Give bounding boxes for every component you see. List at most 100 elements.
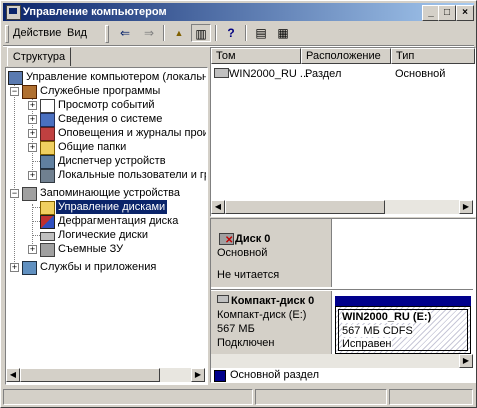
tree-item-disk-management[interactable]: Управление дисками [6, 200, 206, 215]
tree-item-logical-drives[interactable]: Логические диски [6, 228, 206, 242]
maximize-button[interactable]: □ [438, 5, 456, 21]
tree-item-defrag[interactable]: Дефрагментация диска [6, 214, 206, 229]
tree-horizontal-scrollbar[interactable]: ◀ ▶ [6, 368, 205, 382]
close-button[interactable]: × [456, 5, 474, 21]
app-icon [6, 5, 21, 20]
menu-action[interactable]: Действие [13, 27, 61, 39]
disk0-status: Не читается [217, 269, 280, 281]
tab-structure[interactable]: Структура [7, 47, 71, 66]
volume-name: WIN2000_RU (E:) [342, 311, 432, 323]
alerts-icon [40, 127, 55, 141]
up-folder-icon[interactable]: ▲ [169, 24, 189, 42]
tree-item-local-users[interactable]: + Локальные пользователи и гру [6, 168, 206, 183]
tree-connector [33, 161, 40, 162]
cd0-status: Подключен [217, 337, 275, 349]
error-icon: ✕ [225, 235, 234, 246]
cd0-size: 567 МБ [217, 323, 255, 335]
refresh-icon[interactable]: ▦ [273, 24, 293, 42]
back-arrow-icon[interactable]: ⇐ [115, 24, 135, 42]
status-cell [3, 389, 253, 405]
scroll-left-icon[interactable]: ◀ [211, 200, 225, 214]
menu-grip [5, 25, 9, 43]
disk0-title: Диск 0 [235, 233, 271, 245]
tree-item-device-manager[interactable]: Диспетчер устройств [6, 154, 206, 169]
expand-icon[interactable]: + [28, 129, 37, 138]
system-info-icon [40, 113, 55, 127]
tree-content: Управление компьютером (локальным − Служ… [6, 68, 206, 368]
cd-volume-icon [214, 68, 229, 78]
menu-view[interactable]: Вид [67, 27, 87, 39]
status-cell [389, 389, 473, 405]
cell-type: Основной [395, 68, 446, 80]
removable-storage-icon [40, 243, 55, 257]
expand-icon[interactable]: + [28, 245, 37, 254]
defrag-icon [40, 215, 55, 229]
scroll-thumb[interactable] [225, 200, 385, 214]
cd0-drive: Компакт-диск (E:) [217, 309, 307, 321]
disk0-info[interactable]: ✕ Диск 0 Основной Не читается [211, 219, 332, 287]
toolbar-separator [245, 25, 247, 41]
collapse-icon[interactable]: − [10, 189, 19, 198]
tree-item-system-info[interactable]: + Сведения о системе [6, 112, 206, 127]
scroll-thumb[interactable] [20, 368, 160, 382]
toolbar-grip [105, 25, 109, 43]
column-header-volume[interactable]: Том [211, 48, 301, 64]
status-cell [255, 389, 387, 405]
tree-item-shared-folders[interactable]: + Общие папки [6, 140, 206, 155]
cd-volume-block[interactable]: WIN2000_RU (E:) 567 МБ CDFS Исправен [335, 296, 471, 354]
disk-management-icon [40, 201, 55, 215]
title-bar[interactable]: Управление компьютером _ □ × [3, 3, 474, 21]
volume-body: WIN2000_RU (E:) 567 МБ CDFS Исправен [335, 306, 471, 354]
volume-selection-frame: WIN2000_RU (E:) 567 МБ CDFS Исправен [338, 309, 468, 351]
list-horizontal-scrollbar[interactable]: ◀ ▶ [211, 200, 473, 214]
tree-item-storage[interactable]: − Запоминающие устройства [6, 186, 206, 201]
expand-icon[interactable]: + [28, 143, 37, 152]
disk-view-scrollbar[interactable]: ▶ [211, 354, 473, 368]
legend: Основной раздел [210, 367, 474, 383]
tree-connector [33, 235, 40, 236]
tree-item-system-tools[interactable]: − Служебные программы [6, 84, 206, 99]
expand-icon[interactable]: + [28, 171, 37, 180]
cell-volume-name: WIN2000_RU ... [229, 68, 310, 80]
users-icon [40, 169, 55, 183]
cd0-info[interactable]: Компакт-диск 0 Компакт-диск (E:) 567 МБ … [211, 291, 332, 359]
volume-health: Исправен [342, 338, 392, 350]
show-tree-icon[interactable]: ▥ [191, 24, 211, 42]
status-bar [3, 389, 474, 405]
tree-connector [33, 207, 40, 208]
expand-icon[interactable]: + [28, 101, 37, 110]
services-icon [22, 261, 37, 275]
column-header-location[interactable]: Расположение [301, 48, 391, 64]
scroll-right-icon[interactable]: ▶ [459, 200, 473, 214]
disk-graphical-view[interactable]: ✕ Диск 0 Основной Не читается Компакт-ди… [210, 218, 476, 383]
toolbar-separator [215, 25, 217, 41]
tree-connector [33, 221, 40, 222]
legend-label: Основной раздел [230, 369, 319, 381]
disk-row-divider [211, 289, 473, 290]
tree-item-removable[interactable]: + Съемные ЗУ [6, 242, 206, 257]
menu-toolbar: Действие Вид ⇐ ⇒ ▲ ▥ ? ▤ ▦ [3, 23, 474, 45]
tree-item-event-viewer[interactable]: + Просмотр событий [6, 98, 206, 113]
help-icon[interactable]: ? [221, 24, 241, 42]
partition-color-bar [335, 296, 471, 306]
toolbar-separator [163, 25, 165, 41]
tree-item-alerts[interactable]: + Оповещения и журналы произв [6, 126, 206, 141]
computer-icon [8, 71, 23, 85]
expand-icon[interactable]: + [10, 263, 19, 272]
folder-icon [40, 141, 55, 155]
properties-icon[interactable]: ▤ [251, 24, 271, 42]
scroll-right-icon[interactable]: ▶ [191, 368, 205, 382]
event-viewer-icon [40, 99, 55, 113]
tree-item-services[interactable]: + Службы и приложения [6, 260, 206, 275]
drive-icon [40, 232, 55, 241]
column-header-type[interactable]: Тип [391, 48, 475, 64]
left-tabstrip: Структура [5, 47, 205, 67]
tree-item-root[interactable]: Управление компьютером (локальным [6, 70, 206, 85]
volume-list[interactable]: Том Расположение Тип WIN2000_RU ... Разд… [210, 47, 476, 217]
expand-icon[interactable]: + [28, 115, 37, 124]
scroll-right-icon[interactable]: ▶ [459, 354, 473, 368]
forward-arrow-icon[interactable]: ⇒ [139, 24, 159, 42]
scroll-left-icon[interactable]: ◀ [6, 368, 20, 382]
collapse-icon[interactable]: − [10, 87, 19, 96]
console-tree[interactable]: Управление компьютером (локальным − Служ… [5, 67, 208, 385]
